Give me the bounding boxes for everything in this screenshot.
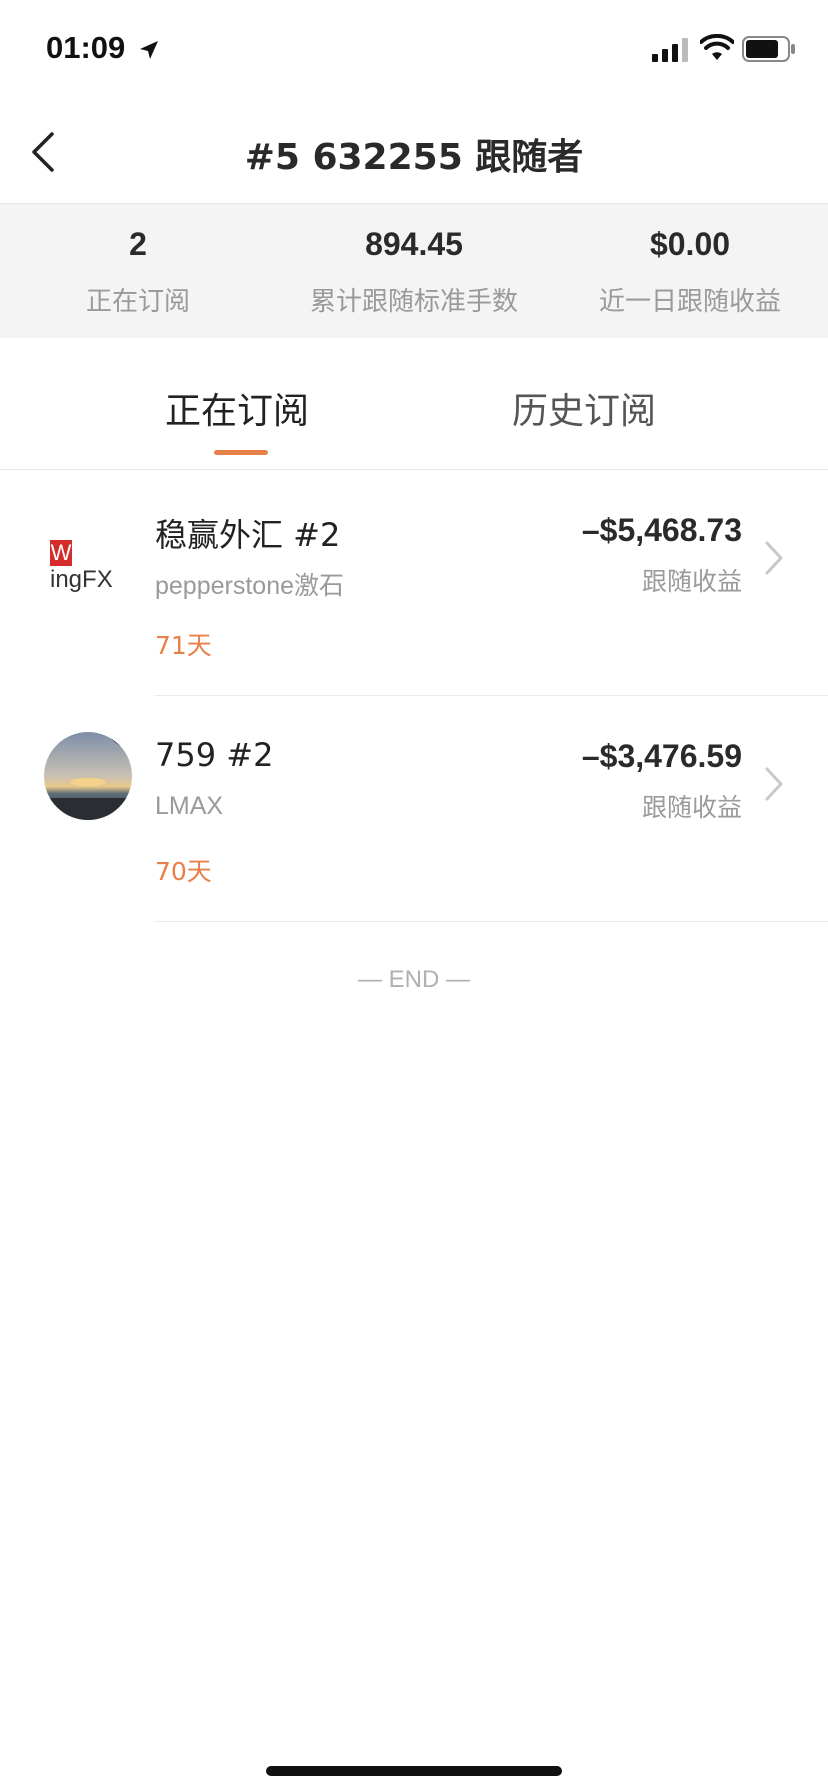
stat-label: 累计跟随标准手数 <box>309 287 518 317</box>
stat-total-lots: 894.45 累计跟随标准手数 <box>276 204 552 338</box>
item-days: 71天 <box>155 631 212 660</box>
stat-value: 894.45 <box>365 226 463 262</box>
wingfx-logo: WingFX <box>50 539 113 593</box>
tab-current-subscriptions[interactable]: 正在订阅 <box>165 382 309 434</box>
avatar <box>44 732 132 820</box>
active-tab-indicator <box>214 450 268 455</box>
stats-summary: 2 正在订阅 894.45 累计跟随标准手数 $0.00 近一日跟随收益 <box>0 204 828 338</box>
sunset-photo-icon <box>44 732 132 820</box>
battery-icon <box>742 36 795 62</box>
item-amount-label: 跟随收益 <box>641 567 742 596</box>
end-of-list-marker: — END — <box>357 966 470 993</box>
item-broker: LMAX <box>155 792 224 820</box>
item-days: 70天 <box>155 857 212 886</box>
stat-daily-profit: $0.00 近一日跟随收益 <box>552 204 828 338</box>
stat-value: 2 <box>129 226 147 262</box>
chevron-right-icon <box>765 541 783 575</box>
home-indicator[interactable] <box>266 1766 562 1776</box>
status-bar: 01:09 <box>0 0 828 100</box>
item-name: 稳赢外汇 #2 <box>155 516 341 554</box>
item-amount: –$3,476.59 <box>581 738 742 774</box>
item-amount: –$5,468.73 <box>581 512 742 548</box>
stat-label: 近一日跟随收益 <box>598 287 781 317</box>
cellular-signal-icon <box>652 38 688 62</box>
stat-subscribing: 2 正在订阅 <box>0 204 276 338</box>
location-arrow-icon <box>140 41 158 59</box>
divider <box>155 921 828 922</box>
subscription-tabs: 正在订阅 历史订阅 <box>0 338 828 470</box>
page-title: #5 632255 跟随者 <box>244 137 584 178</box>
chevron-right-icon <box>765 767 783 801</box>
nav-bar: #5 632255 跟随者 <box>0 100 828 204</box>
tab-history-subscriptions[interactable]: 历史订阅 <box>512 382 656 434</box>
subscription-item[interactable]: WingFX 稳赢外汇 #2 pepperstone激石 71天 –$5,468… <box>0 470 828 696</box>
status-time: 01:09 <box>46 30 126 65</box>
stat-value: $0.00 <box>649 226 731 262</box>
wifi-icon <box>700 34 734 60</box>
item-amount-label: 跟随收益 <box>641 793 742 822</box>
item-broker: pepperstone激石 <box>155 572 345 600</box>
subscription-item[interactable]: 759 #2 LMAX 70天 –$3,476.59 跟随收益 <box>0 696 828 922</box>
stat-label: 正在订阅 <box>85 287 190 317</box>
item-name: 759 #2 <box>155 736 274 774</box>
